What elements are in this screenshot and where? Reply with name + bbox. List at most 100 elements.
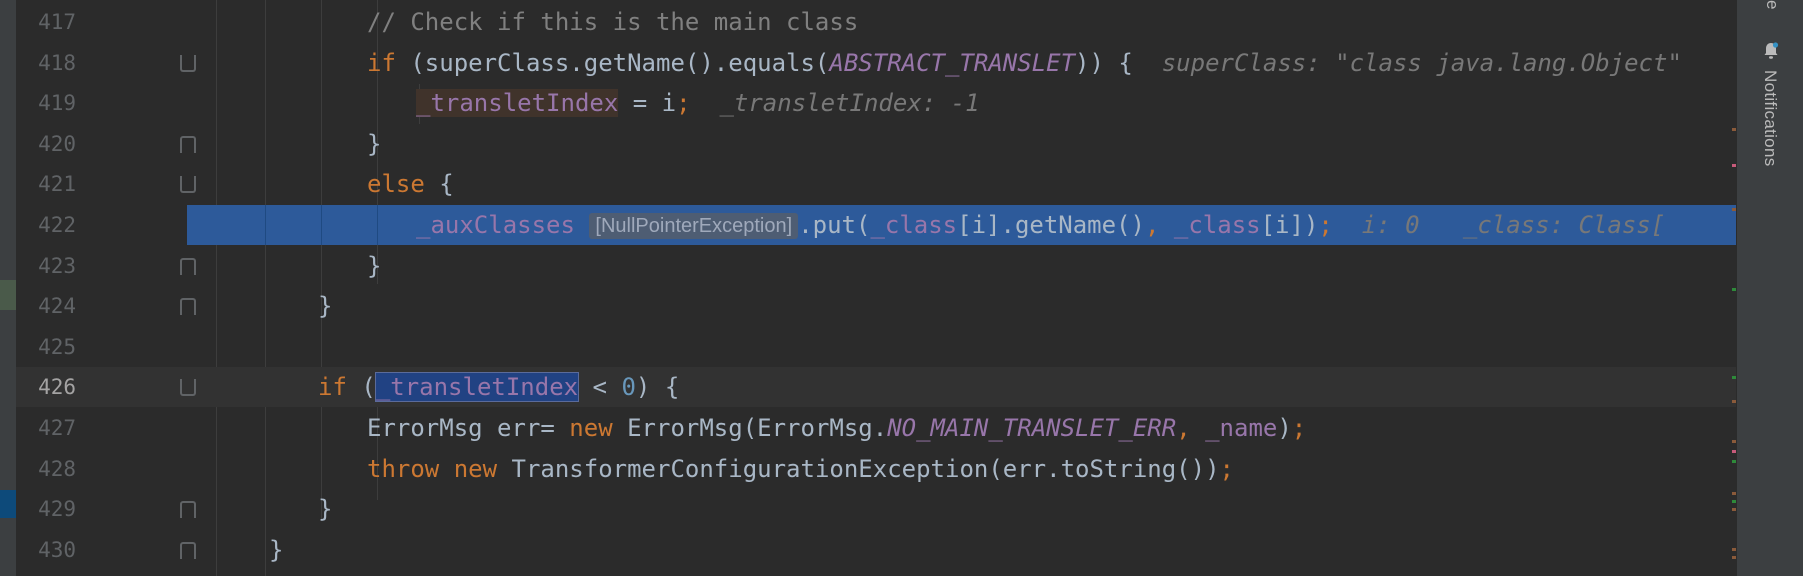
line-number[interactable]: 419 (16, 92, 76, 114)
line-number[interactable]: 420 (16, 133, 76, 155)
code-token: [i].getName() (957, 211, 1145, 239)
code-token: } (318, 292, 333, 321)
right-tool-panel: e Notifications (1736, 0, 1803, 576)
line-number[interactable]: 422 (16, 214, 76, 236)
code-line[interactable]: 428 throw new TransformerConfigurationExc… (16, 449, 1736, 489)
code-text[interactable]: } (318, 489, 332, 529)
code-token: ) { (635, 373, 680, 402)
line-number[interactable]: 425 (16, 336, 76, 358)
code-token: ( (346, 373, 376, 402)
code-text[interactable]: // Check if this is the main class (367, 2, 858, 42)
code-text[interactable]: } (318, 286, 332, 326)
code-token: _class (870, 211, 958, 239)
code-line[interactable]: 427 ErrorMsg err= new ErrorMsg(ErrorMsg.N… (16, 408, 1736, 448)
code-token: new (453, 454, 498, 483)
code-token: if (367, 48, 396, 77)
code-token: _class (1173, 211, 1261, 239)
code-line[interactable]: 424} (16, 286, 1736, 326)
code-text[interactable]: } (367, 246, 381, 286)
code-token: // Check if this is the main class (367, 8, 859, 36)
code-token: new (569, 414, 613, 442)
code-token: < (578, 373, 622, 402)
line-number[interactable]: 424 (16, 295, 76, 317)
code-token: if (318, 373, 347, 402)
code-token: TransformerConfigurationException(err.to… (497, 454, 1220, 483)
code-token: ErrorMsg(ErrorMsg. (612, 414, 888, 442)
code-editor[interactable]: 417 // Check if this is the main class 418… (16, 0, 1753, 576)
code-token: (superClass.getName().equals( (395, 48, 830, 77)
code-token: } (318, 495, 333, 524)
code-text[interactable]: _transletIndex = i; _transletIndex: -1 (416, 83, 980, 123)
code-token: ; (1318, 211, 1333, 239)
line-number[interactable]: 423 (16, 255, 76, 277)
code-token: } (367, 251, 382, 280)
fold-toggle-icon[interactable] (180, 257, 196, 275)
code-token: _transletIndex (416, 89, 619, 118)
left-tool-strip (0, 0, 16, 576)
line-number[interactable]: 418 (16, 52, 76, 74)
code-line[interactable]: 429} (16, 489, 1736, 529)
inline-debug-value: _transletIndex: -1 (690, 89, 980, 118)
code-text[interactable]: } (367, 124, 381, 164)
code-token: 0 (621, 373, 636, 402)
code-token: NO_MAIN_TRANSLET_ERR (887, 414, 1177, 442)
code-token: [i]) (1260, 211, 1319, 239)
code-token: ) (1277, 414, 1292, 442)
code-text[interactable]: else { (367, 164, 454, 204)
line-number[interactable]: 421 (16, 173, 76, 195)
code-text[interactable]: if (superClass.getName().equals(ABSTRACT… (367, 43, 1682, 83)
code-token: _auxClasses (416, 211, 575, 239)
fold-toggle-icon[interactable] (180, 298, 196, 316)
code-line[interactable]: 423} (16, 246, 1736, 286)
code-text[interactable]: _auxClasses [NullPointerException] .put(_… (416, 205, 1665, 245)
line-number[interactable]: 426 (16, 376, 76, 398)
code-token: = i (618, 89, 677, 118)
code-line[interactable]: 426 if (_transletIndex < 0) { (16, 367, 1736, 408)
code-token: ErrorMsg err= (367, 414, 570, 442)
code-token: _transletIndex (374, 372, 580, 403)
code-token: )) { (1075, 48, 1162, 77)
code-token: { (424, 170, 454, 199)
code-line[interactable]: 420} (16, 124, 1736, 164)
exception-inline-badge: [NullPointerException] (589, 213, 799, 239)
fold-toggle-icon[interactable] (180, 379, 196, 397)
code-token: _name (1205, 414, 1278, 442)
line-number[interactable]: 428 (16, 458, 76, 480)
fold-toggle-icon[interactable] (180, 135, 196, 153)
code-text[interactable]: } (269, 530, 283, 570)
fold-toggle-icon[interactable] (180, 501, 196, 519)
line-number[interactable]: 417 (16, 11, 76, 33)
code-token: , (1144, 211, 1174, 239)
code-text[interactable]: throw new TransformerConfigurationExcept… (367, 449, 1234, 489)
bell-icon[interactable] (1763, 42, 1779, 60)
code-line[interactable]: 419 _transletIndex = i; _transletIndex: -… (16, 83, 1736, 123)
code-line[interactable]: 418 if (superClass.getName().equals(ABSTR… (16, 43, 1736, 83)
line-number[interactable]: 429 (16, 498, 76, 520)
fold-toggle-icon[interactable] (180, 176, 196, 194)
code-line[interactable]: 425 (16, 327, 1736, 367)
code-token: else (367, 170, 425, 199)
line-number[interactable]: 430 (16, 539, 76, 561)
code-line[interactable]: 421 else { (16, 164, 1736, 204)
code-line[interactable]: 422 _auxClasses [NullPointerException] .pu… (16, 205, 1753, 245)
right-panel-top-label[interactable]: e (1762, 0, 1782, 9)
code-text[interactable]: ErrorMsg err= new ErrorMsg(ErrorMsg.NO_M… (367, 408, 1306, 448)
fold-toggle-icon[interactable] (180, 54, 196, 72)
code-token: .put( (798, 211, 871, 239)
notifications-tab[interactable]: Notifications (1760, 70, 1780, 270)
code-text[interactable]: if (_transletIndex < 0) { (318, 367, 679, 407)
code-token: ; (676, 89, 691, 118)
code-line[interactable]: 417 // Check if this is the main class (16, 2, 1736, 42)
code-token: throw (367, 454, 440, 483)
code-token: ; (1219, 454, 1234, 483)
inline-debug-value: i: 0 _class: Class[ (1332, 211, 1666, 239)
code-line[interactable]: 430} (16, 530, 1736, 570)
line-number[interactable]: 427 (16, 417, 76, 439)
fold-toggle-icon[interactable] (180, 541, 196, 559)
left-strip-active-marker (0, 490, 16, 518)
code-token: ABSTRACT_TRANSLET (829, 48, 1076, 77)
code-token: } (269, 535, 284, 564)
code-token: , (1176, 414, 1206, 442)
